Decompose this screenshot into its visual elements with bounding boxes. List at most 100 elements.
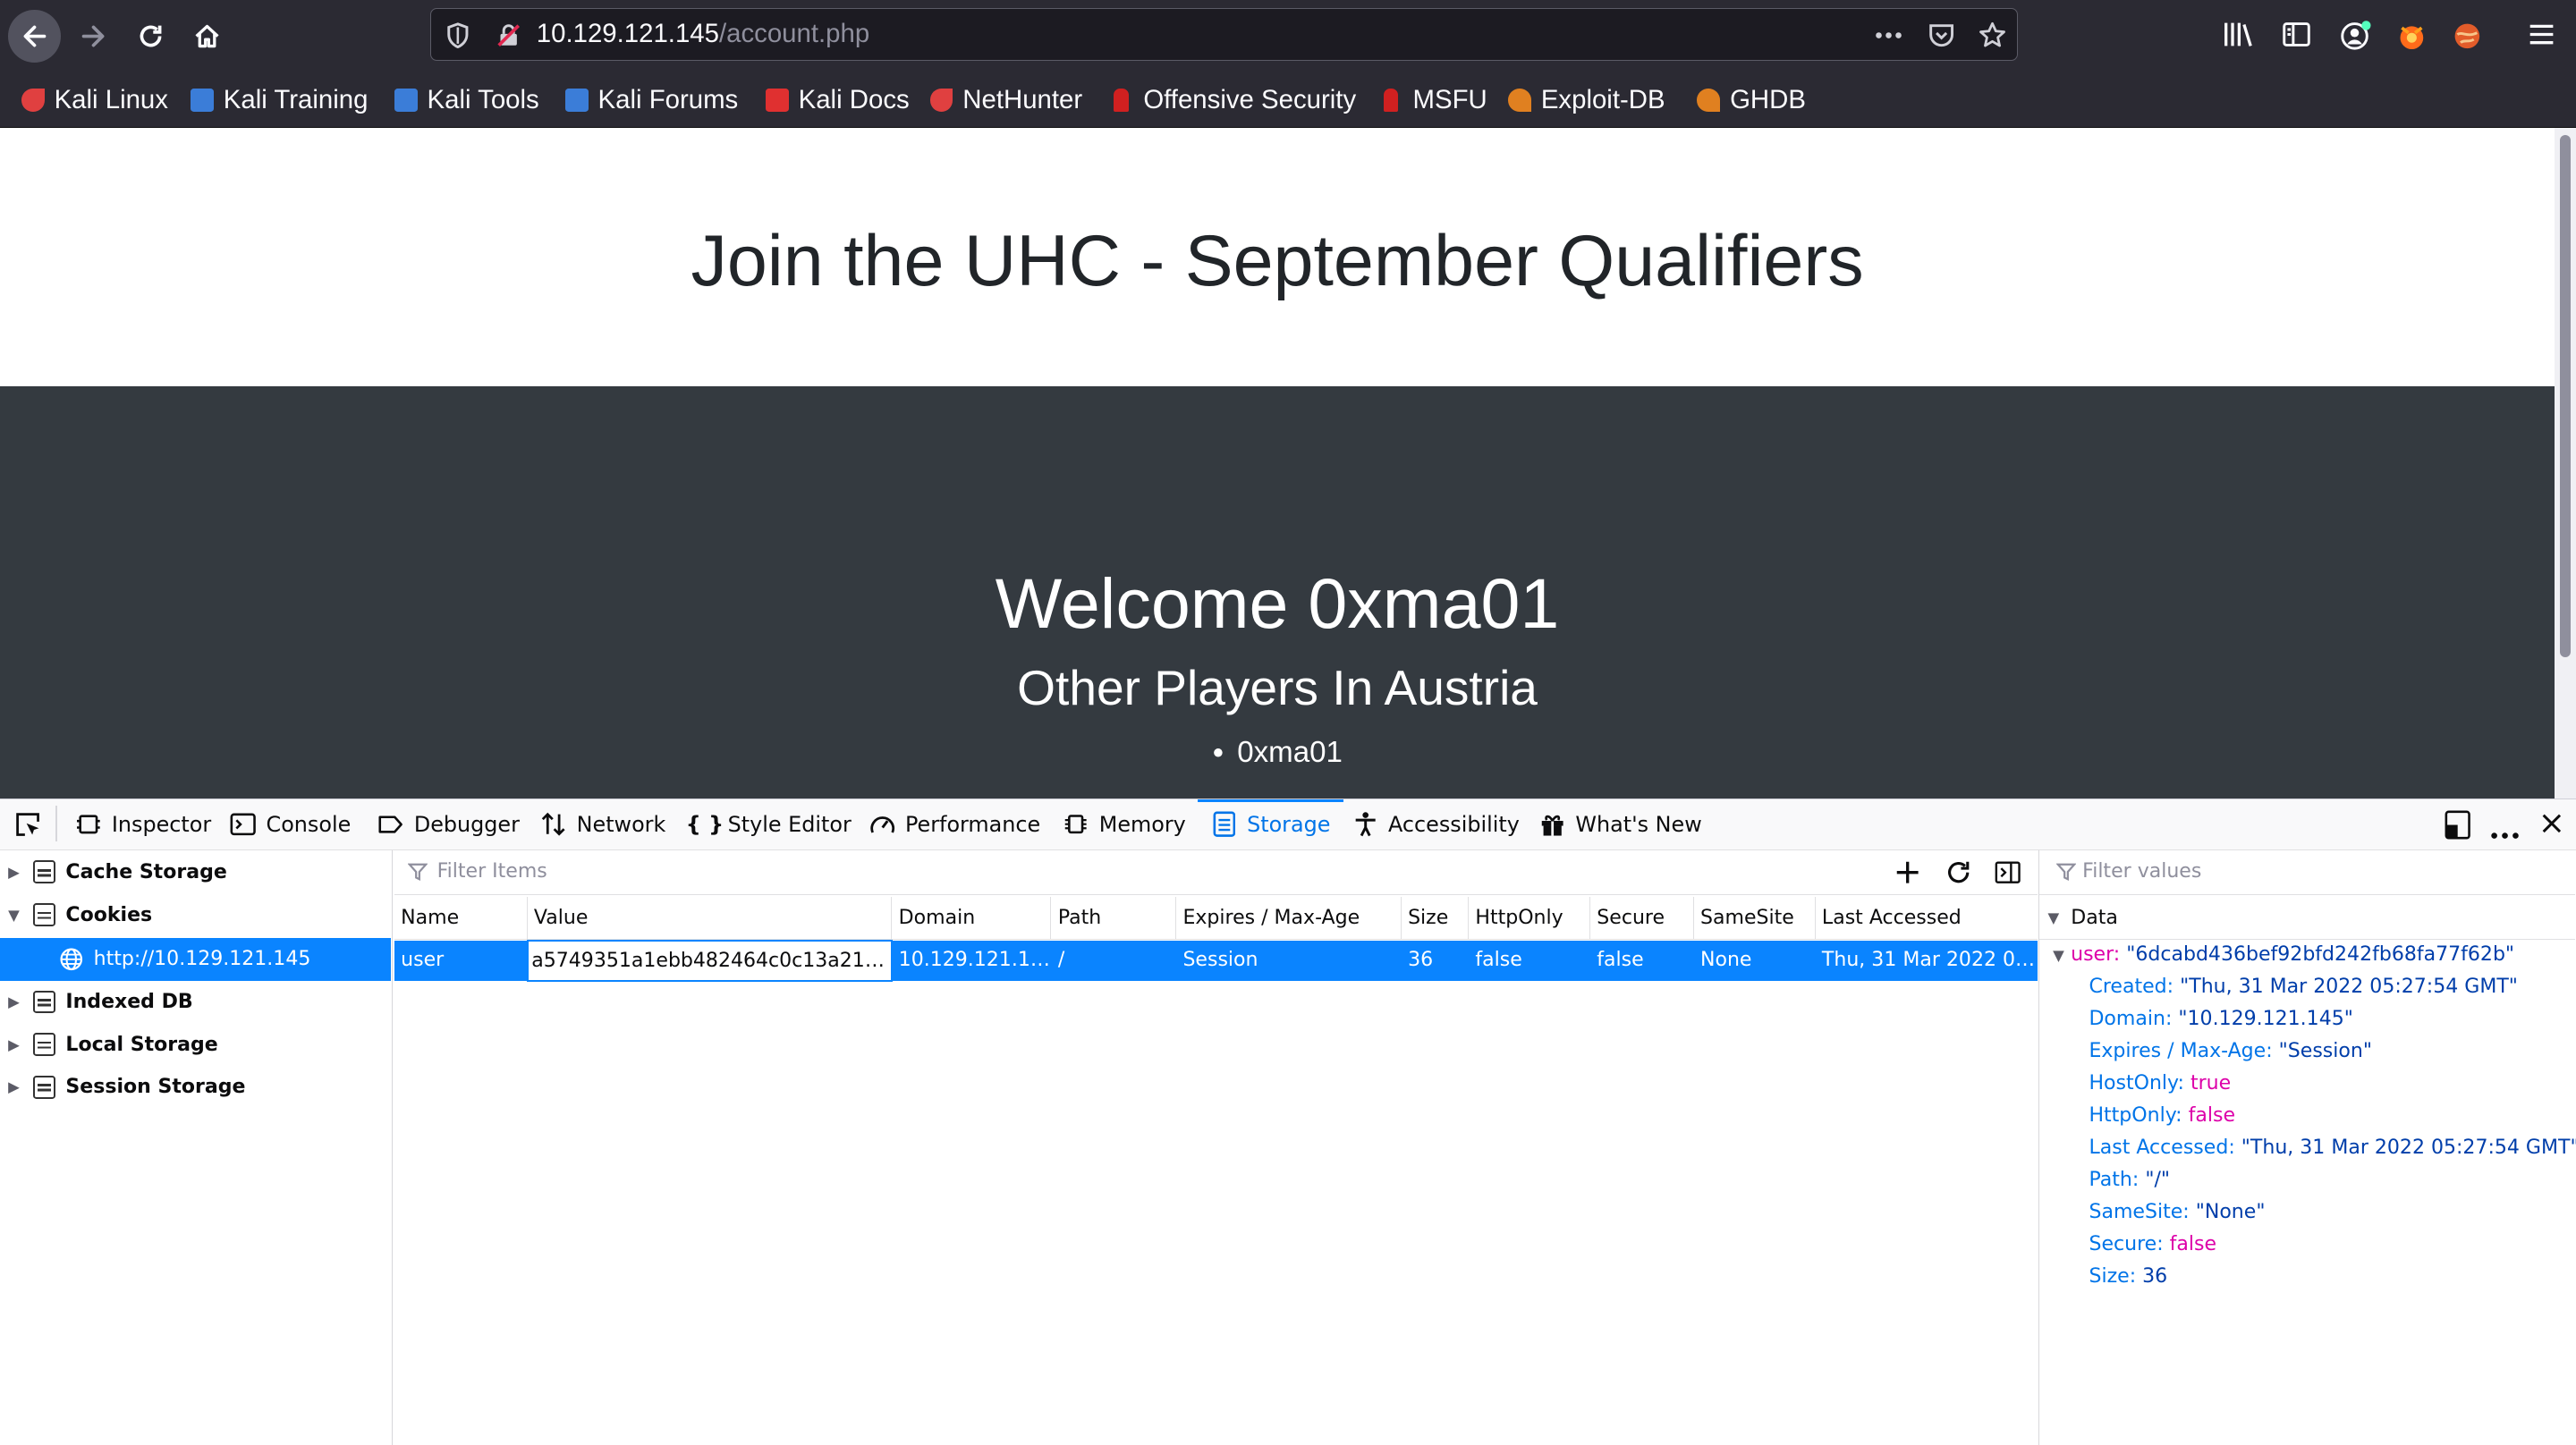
tree-item-cookies[interactable]: ▼ Cookies (0, 893, 391, 936)
detail-property[interactable]: Expires / Max-Age: "Session" (2089, 1036, 2372, 1066)
tab-console[interactable]: Console (230, 799, 351, 850)
bookmark-star-icon[interactable] (1978, 21, 2007, 50)
column-header-path[interactable]: Path (1052, 896, 1177, 940)
dock-side-icon[interactable] (2445, 810, 2470, 845)
detail-property[interactable]: SameSite: "None" (2089, 1197, 2265, 1227)
column-header-expires[interactable]: Expires / Max-Age (1176, 896, 1402, 940)
page-actions-icon[interactable] (1874, 21, 1903, 50)
chevron-down-icon[interactable]: ▼ (8, 907, 24, 924)
scrollbar-thumb[interactable] (2559, 134, 2572, 657)
tab-memory[interactable]: Memory (1063, 799, 1186, 850)
extension-globe-icon[interactable] (2451, 20, 2484, 58)
column-header-domain[interactable]: Domain (892, 896, 1052, 940)
bookmark-kali-training[interactable]: Kali Training (191, 84, 368, 117)
filter-values-input[interactable] (2079, 858, 2563, 885)
filter-items-input[interactable] (433, 858, 1853, 885)
shield-icon[interactable] (443, 21, 472, 50)
cell-path[interactable]: / (1052, 941, 1177, 980)
chevron-down-icon[interactable]: ▼ (2048, 897, 2060, 940)
detail-property[interactable]: HostOnly: true (2089, 1069, 2231, 1098)
add-item-icon[interactable] (1894, 859, 1920, 891)
detail-property[interactable]: Secure: false (2089, 1230, 2216, 1259)
tree-item-session-storage[interactable]: ▶ Session Storage (0, 1066, 391, 1109)
cell-domain[interactable]: 10.129.121.145 (892, 941, 1052, 980)
cell-samesite[interactable]: None (1694, 941, 1816, 980)
bookmark-ghdb[interactable]: GHDB (1697, 84, 1806, 117)
tree-item-local-storage[interactable]: ▶ Local Storage (0, 1023, 391, 1066)
extension-fox-icon[interactable] (2395, 20, 2428, 58)
more-options-icon[interactable] (2490, 821, 2520, 846)
cell-httponly[interactable]: false (1469, 941, 1590, 980)
tab-performance[interactable]: Performance (869, 799, 1040, 850)
back-button[interactable] (8, 10, 61, 63)
column-header-samesite[interactable]: SameSite (1694, 896, 1816, 940)
detail-property[interactable]: Domain: "10.129.121.145" (2089, 1004, 2352, 1034)
refresh-icon[interactable] (1945, 859, 1971, 891)
detail-value: 36 (2142, 1265, 2168, 1289)
bookmark-msfu[interactable]: MSFU (1383, 84, 1487, 117)
chevron-down-icon[interactable]: ▼ (2053, 947, 2064, 964)
detail-root[interactable]: ▼ user: "6dcabd436bef92bfd242fb68fa77f62b… (2053, 940, 2514, 970)
bookmark-kali-docs[interactable]: Kali Docs (765, 84, 910, 117)
column-header-last-accessed[interactable]: Last Accessed (1816, 897, 2038, 940)
kali-tools-icon (191, 89, 214, 112)
chevron-right-icon[interactable]: ▶ (8, 864, 24, 881)
menu-icon[interactable] (2527, 20, 2556, 55)
account-icon[interactable] (2340, 20, 2373, 58)
library-icon[interactable] (2223, 20, 2256, 55)
url-text[interactable]: 10.129.121.145/account.php (537, 19, 869, 49)
arrow-left-icon (23, 25, 47, 47)
cell-name[interactable]: user (394, 941, 528, 980)
bookmark-nethunter[interactable]: NetHunter (929, 84, 1082, 117)
insecure-lock-icon[interactable] (494, 21, 523, 50)
bookmark-kali-forums[interactable]: Kali Forums (564, 84, 738, 117)
home-button[interactable] (181, 10, 233, 63)
bookmark-kali-linux[interactable]: Kali Linux (21, 84, 168, 117)
detail-property[interactable]: Created: "Thu, 31 Mar 2022 05:27:54 GMT" (2089, 972, 2517, 1001)
detail-key: Path (2089, 1169, 2132, 1192)
column-header-size[interactable]: Size (1402, 896, 1470, 940)
chevron-right-icon[interactable]: ▶ (8, 993, 24, 1010)
chevron-right-icon[interactable]: ▶ (8, 1078, 24, 1095)
tab-storage[interactable]: Storage (1198, 799, 1343, 850)
tree-item-cookie-host[interactable]: http://10.129.121.145 (0, 937, 392, 981)
tab-whats-new[interactable]: What's New (1539, 799, 1702, 850)
toggle-sidebar-icon[interactable] (1995, 859, 2021, 891)
detail-property[interactable]: Size: 36 (2089, 1262, 2167, 1291)
data-section-header[interactable]: ▼ Data (2039, 897, 2576, 940)
url-bar[interactable]: 10.129.121.145/account.php (430, 8, 2018, 61)
tab-network[interactable]: Network (540, 799, 665, 850)
forward-button[interactable] (67, 10, 120, 63)
cell-size[interactable]: 36 (1402, 941, 1469, 980)
cell-secure[interactable]: false (1590, 941, 1694, 980)
table-row[interactable]: user a5749351a1ebb482464c0c13a21e9e38 10… (394, 940, 2038, 982)
close-icon[interactable] (2540, 812, 2563, 841)
bookmark-exploit-db[interactable]: Exploit-DB (1508, 84, 1665, 117)
column-header-secure[interactable]: Secure (1590, 896, 1694, 940)
tab-inspector[interactable]: Inspector (75, 799, 211, 850)
detail-property[interactable]: Path: "/" (2089, 1165, 2170, 1195)
tab-accessibility[interactable]: Accessibility (1352, 799, 1520, 850)
chevron-right-icon[interactable]: ▶ (8, 1036, 24, 1053)
cell-expires[interactable]: Session (1176, 941, 1402, 980)
tab-style-editor[interactable]: { } Style Editor (686, 799, 852, 850)
sidebar-toggle-icon[interactable] (2282, 20, 2311, 55)
bookmark-kali-tools[interactable]: Kali Tools (394, 84, 539, 117)
tab-debugger[interactable]: Debugger (377, 799, 520, 850)
reload-button[interactable] (125, 10, 178, 63)
detail-property[interactable]: Last Accessed: "Thu, 31 Mar 2022 05:27:5… (2089, 1133, 2576, 1162)
player-list-item: ● 0xma01 (0, 736, 2555, 770)
cell-last-accessed[interactable]: Thu, 31 Mar 2022 05:... (1816, 941, 2038, 980)
column-header-value[interactable]: Value (528, 896, 893, 940)
element-picker-icon[interactable] (13, 810, 43, 845)
page-scrollbar[interactable] (2555, 128, 2576, 799)
pocket-icon[interactable] (1927, 21, 1956, 50)
bookmark-offensive-security[interactable]: Offensive Security (1114, 84, 1356, 117)
column-header-httponly[interactable]: HttpOnly (1469, 896, 1590, 940)
detail-property[interactable]: HttpOnly: false (2089, 1101, 2235, 1130)
tree-item-indexed-db[interactable]: ▶ Indexed DB (0, 981, 391, 1024)
tree-label: Session Storage (65, 1076, 246, 1099)
column-header-name[interactable]: Name (394, 896, 528, 940)
cell-value-editor[interactable]: a5749351a1ebb482464c0c13a21e9e38 (526, 940, 894, 982)
tree-item-cache-storage[interactable]: ▶ Cache Storage (0, 850, 391, 893)
